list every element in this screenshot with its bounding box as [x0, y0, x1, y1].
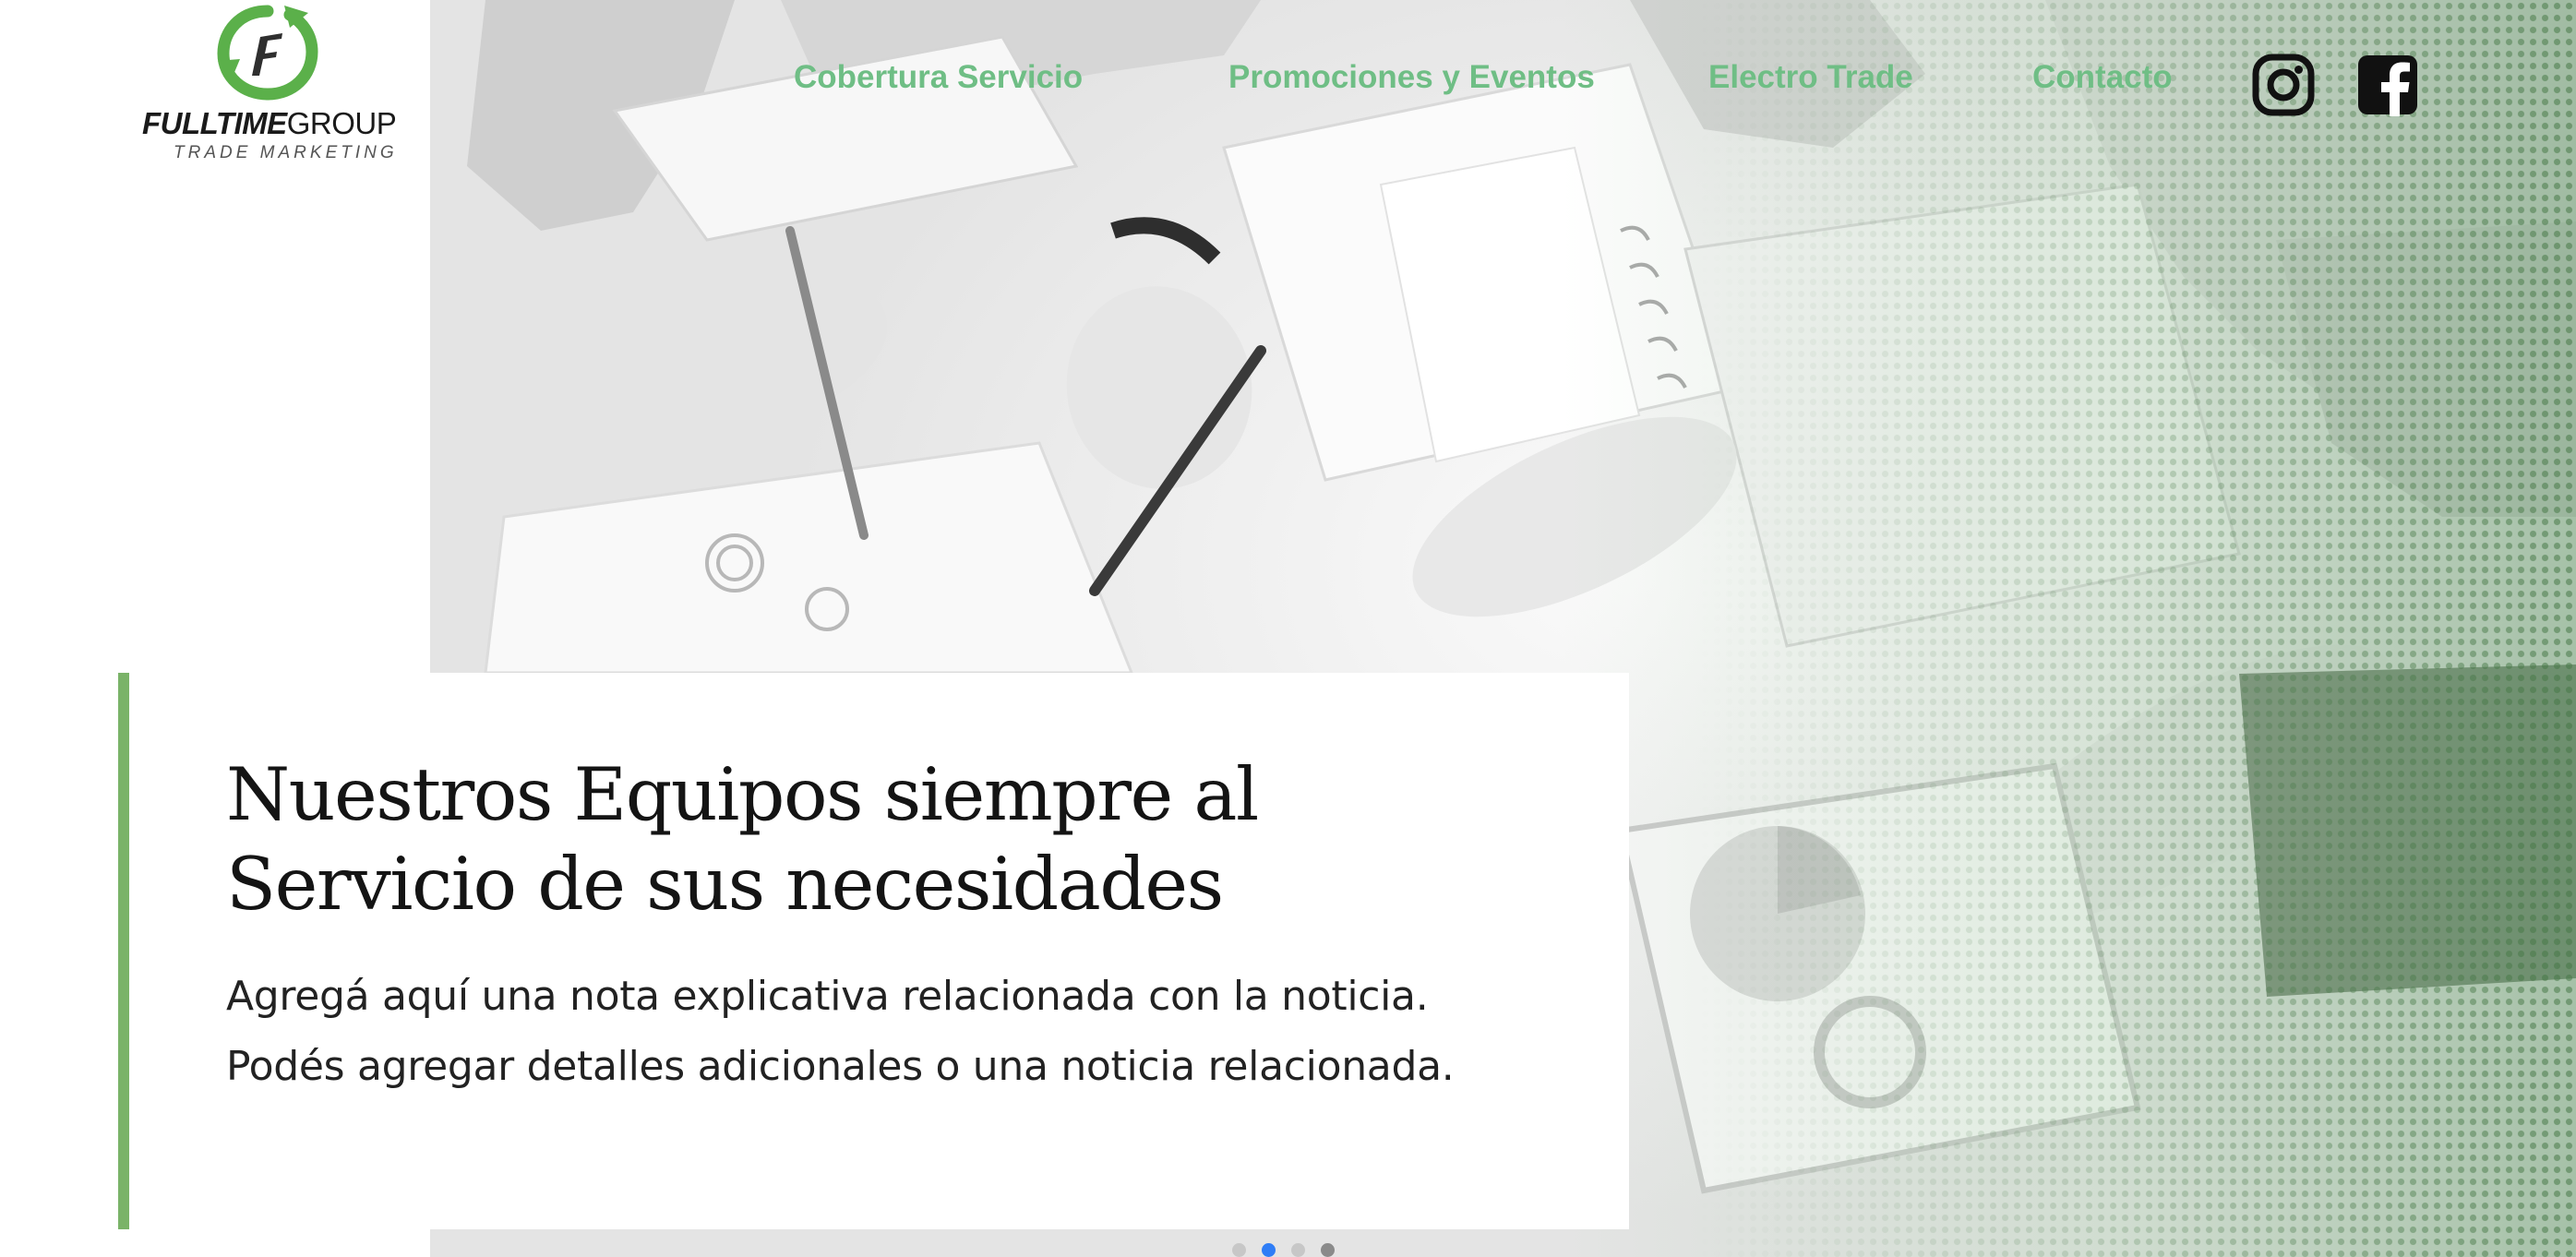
- hero-card: Nuestros Equipos siempre al Servicio de s…: [118, 673, 1629, 1229]
- brand-tagline: TRADE MARKETING: [174, 143, 398, 162]
- facebook-link[interactable]: [2356, 54, 2419, 116]
- hero-title: Nuestros Equipos siempre al Servicio de s…: [226, 750, 1518, 929]
- carousel-dot-1[interactable]: [1232, 1243, 1246, 1257]
- facebook-icon: [2358, 55, 2417, 116]
- hero-description-line-2: Podés agregar detalles adicionales o una…: [226, 1043, 1455, 1090]
- carousel-dot-2-active[interactable]: [1262, 1243, 1276, 1257]
- nav-item-promociones-eventos[interactable]: Promociones y Eventos: [1228, 54, 1595, 102]
- hero-title-line-1: Nuestros Equipos siempre al: [226, 752, 1259, 837]
- brand-name-light: GROUP: [286, 106, 397, 140]
- carousel-dot-4[interactable]: [1321, 1243, 1335, 1257]
- instagram-icon: [2252, 54, 2315, 116]
- instagram-link[interactable]: [2252, 54, 2315, 116]
- page: FULLTIMEGROUP TRADE MARKETING Cobertura …: [0, 0, 2576, 1257]
- hero-title-line-2: Servicio de sus necesidades: [226, 842, 1224, 927]
- nav-item-cobertura-servicio[interactable]: Cobertura Servicio: [794, 54, 1083, 102]
- brand-logo[interactable]: FULLTIMEGROUP TRADE MARKETING: [138, 4, 406, 162]
- hero-description: Agregá aquí una nota explicativa relacio…: [226, 962, 1611, 1102]
- fulltime-arrows-logo-icon: [217, 5, 318, 101]
- halftone-dot-overlay: [1699, 0, 2576, 1257]
- hero-accent-bar: [118, 673, 129, 1229]
- carousel-dot-3[interactable]: [1291, 1243, 1305, 1257]
- brand-wordmark: FULLTIMEGROUP: [142, 106, 397, 140]
- nav-item-contacto[interactable]: Contacto: [2032, 54, 2173, 102]
- brand-name-bold: FULLTIME: [142, 106, 287, 140]
- nav-item-electro-trade[interactable]: Electro Trade: [1708, 54, 1913, 102]
- hero-description-line-1: Agregá aquí una nota explicativa relacio…: [226, 973, 1429, 1020]
